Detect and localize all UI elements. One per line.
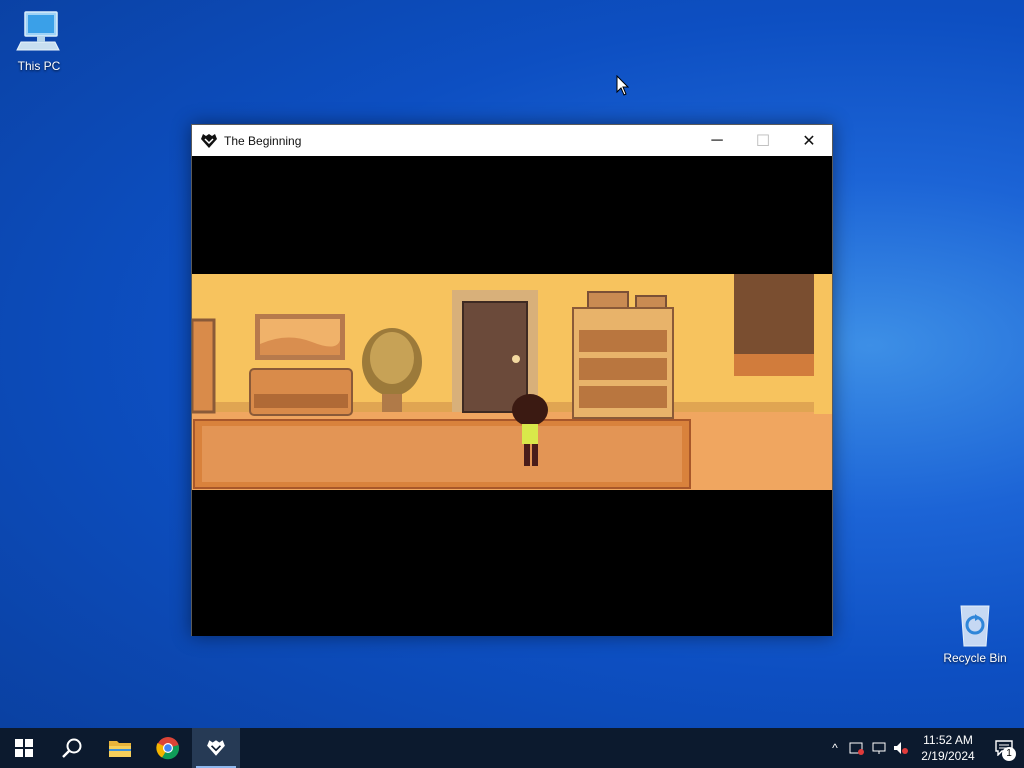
volume-muted-icon[interactable] [890, 728, 912, 768]
taskbar: ^ 11:52 AM 2/19/2024 1 [0, 728, 1024, 768]
game-window[interactable]: The Beginning ─ ☐ ✕ [191, 124, 833, 636]
computer-icon [15, 8, 63, 56]
desktop-icon-this-pc[interactable]: This PC [1, 8, 77, 73]
taskbar-the-beginning[interactable] [192, 728, 240, 768]
bookshelf [572, 291, 674, 419]
show-hidden-icons-button[interactable]: ^ [824, 728, 846, 768]
window-titlebar[interactable]: The Beginning ─ ☐ ✕ [192, 125, 832, 156]
network-icon[interactable] [868, 728, 890, 768]
action-center-button[interactable]: 1 [984, 728, 1024, 768]
game-viewport[interactable] [192, 156, 832, 636]
window-title: The Beginning [224, 133, 302, 148]
folder-icon [109, 741, 131, 757]
maximize-button[interactable]: ☐ [740, 125, 786, 156]
search-icon [62, 738, 82, 758]
system-tray: ^ 11:52 AM 2/19/2024 1 [824, 728, 1024, 768]
clock-date: 2/19/2024 [921, 749, 975, 763]
wall-painting [255, 314, 345, 360]
taskbar-file-explorer[interactable] [96, 728, 144, 768]
recycle-bin-icon [951, 600, 999, 648]
chrome-icon [156, 737, 180, 760]
desktop-icon-label: Recycle Bin [943, 651, 1007, 665]
heart-emblem-icon [207, 740, 225, 756]
taskbar-chrome[interactable] [144, 728, 192, 768]
taskbar-clock[interactable]: 11:52 AM 2/19/2024 [912, 732, 984, 764]
clock-time: 11:52 AM [923, 733, 973, 747]
desktop-icon-recycle-bin[interactable]: Recycle Bin [937, 600, 1013, 665]
door [452, 290, 538, 413]
rug [193, 419, 691, 489]
close-button[interactable]: ✕ [786, 125, 832, 156]
minimize-button[interactable]: ─ [694, 125, 740, 156]
desktop-icon-label: This PC [17, 59, 61, 73]
game-scene [192, 274, 832, 490]
mouse-cursor-icon [616, 75, 630, 96]
windows-logo-icon [15, 739, 33, 757]
start-button[interactable] [0, 728, 48, 768]
heart-emblem-icon [201, 133, 217, 148]
security-icon[interactable] [846, 728, 868, 768]
notification-badge: 1 [1002, 747, 1016, 761]
search-button[interactable] [48, 728, 96, 768]
couch [249, 368, 353, 416]
